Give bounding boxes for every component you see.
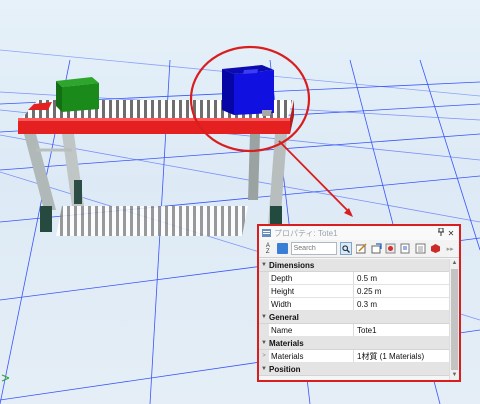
property-value[interactable]: 1材質 (1 Materials): [354, 350, 450, 362]
search-icon[interactable]: [339, 242, 353, 255]
tote1-object[interactable]: [222, 65, 274, 116]
scroll-up-icon[interactable]: ▲: [450, 259, 459, 268]
collapse-chevron-icon[interactable]: ▼: [259, 314, 269, 320]
property-value[interactable]: 0.25 m: [354, 285, 450, 297]
callout-arrow: [278, 140, 353, 217]
property-row-name[interactable]: Name Tote1: [259, 324, 450, 337]
expand-icon[interactable]: ▸▸: [444, 243, 456, 255]
category-position[interactable]: ▼ Position: [259, 363, 450, 376]
collapse-chevron-icon[interactable]: ▼: [259, 340, 269, 346]
material-icon[interactable]: [385, 243, 397, 255]
category-dimensions[interactable]: ▼ Dimensions: [259, 259, 450, 272]
property-row-materials[interactable]: > Materials 1材質 (1 Materials): [259, 350, 450, 363]
vertical-scrollbar[interactable]: ▲ ▼: [449, 259, 459, 380]
property-row-height[interactable]: Height 0.25 m: [259, 285, 450, 298]
property-name: Materials: [269, 350, 354, 362]
property-name: Depth: [269, 272, 354, 284]
category-label: Materials: [269, 338, 304, 348]
property-name: Height: [269, 285, 354, 297]
component-icon[interactable]: [429, 243, 441, 255]
conveyor-shadow: [56, 206, 248, 236]
sort-alphabetical-icon[interactable]: AZ: [262, 243, 274, 255]
collapse-chevron-icon[interactable]: ▼: [259, 366, 269, 372]
panel-toolbar: AZ ▸▸: [259, 240, 459, 258]
document-icon[interactable]: [415, 243, 427, 255]
search-input[interactable]: [290, 242, 337, 255]
category-label: Dimensions: [269, 260, 315, 270]
category-general[interactable]: ▼ General: [259, 311, 450, 324]
property-value[interactable]: Tote1: [354, 324, 450, 336]
scroll-thumb[interactable]: [451, 269, 458, 370]
panel-titlebar: プロパティ: Tote1 ✕: [259, 226, 459, 240]
edit-icon[interactable]: [355, 243, 367, 255]
expand-chevron-icon[interactable]: >: [259, 350, 269, 362]
property-name: Width: [269, 298, 354, 310]
property-row-width[interactable]: Width 0.3 m: [259, 298, 450, 311]
green-box[interactable]: [56, 77, 99, 112]
categorized-view-icon[interactable]: [276, 243, 288, 254]
property-name: Name: [269, 324, 354, 336]
close-button[interactable]: ✕: [446, 229, 456, 238]
property-value[interactable]: 0.3 m: [354, 298, 450, 310]
property-row-depth[interactable]: Depth 0.5 m: [259, 272, 450, 285]
script-icon[interactable]: [400, 243, 412, 255]
category-materials[interactable]: ▼ Materials: [259, 337, 450, 350]
property-value[interactable]: 0.5 m: [354, 272, 450, 284]
collapse-chevron-icon[interactable]: ▼: [259, 262, 269, 268]
link-icon[interactable]: [370, 243, 382, 255]
category-label: General: [269, 312, 299, 322]
pin-icon[interactable]: [436, 227, 446, 238]
property-grid: ▼ Dimensions Depth 0.5 m Height 0.25 m W…: [259, 259, 450, 380]
properties-panel: プロパティ: Tote1 ✕ AZ ▸▸ ▼ Dimensions Depth …: [257, 224, 461, 382]
panel-title: プロパティ: Tote1: [274, 228, 338, 238]
category-label: Position: [269, 364, 301, 374]
scroll-down-icon[interactable]: ▼: [450, 371, 459, 380]
properties-icon: [262, 229, 271, 237]
